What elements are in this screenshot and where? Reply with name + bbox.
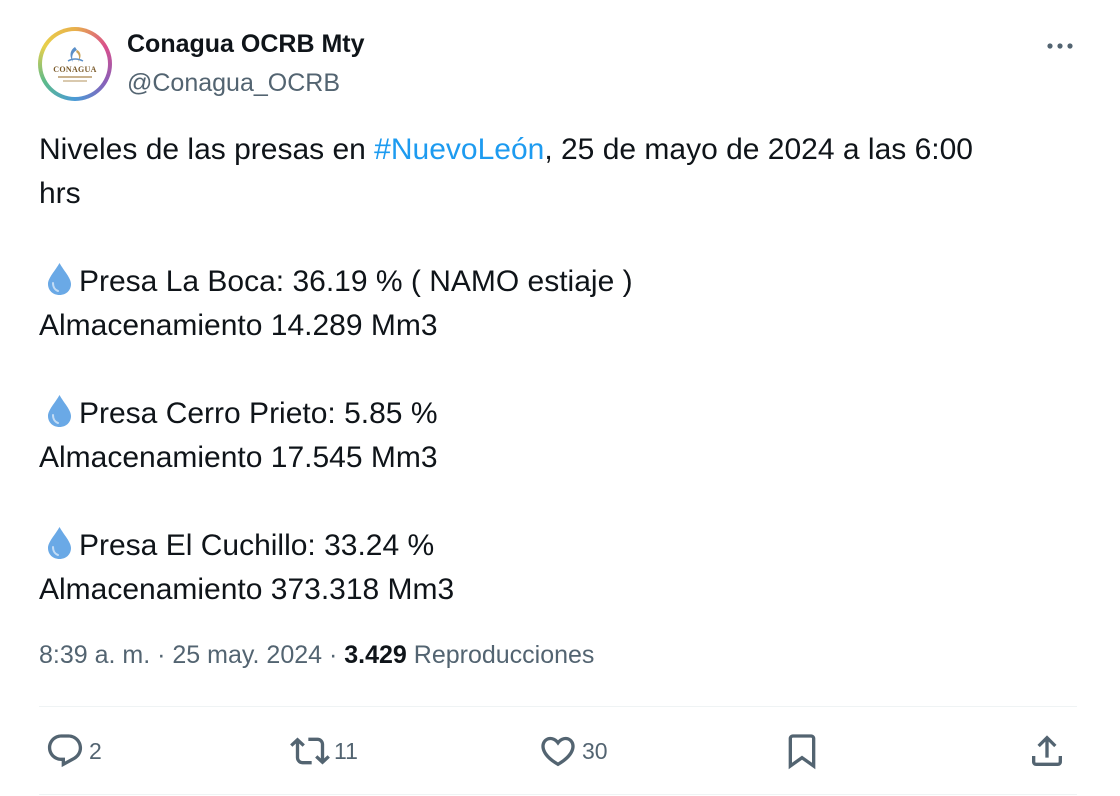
- repost-count: 11: [334, 737, 358, 764]
- conagua-logo: CONAGUA: [42, 31, 108, 97]
- bottom-border: [39, 794, 1077, 795]
- reply-icon: [47, 734, 83, 768]
- post-intro-after: , 25 de mayo de 2024 a las 6:00: [544, 133, 973, 166]
- like-button[interactable]: 30: [538, 730, 608, 772]
- droplet-icon: [48, 527, 71, 559]
- more-horizontal-icon[interactable]: [1040, 30, 1080, 62]
- bookmark-button[interactable]: [782, 730, 822, 772]
- post-meta: 8:39 a. m. · 25 may. 2024 · 3.429 Reprod…: [39, 641, 594, 670]
- share-icon: [1032, 735, 1062, 766]
- meta-separator: ·: [150, 641, 173, 669]
- dam-level-text: Presa La Boca: 36.19 % ( NAMO estiaje ): [79, 265, 633, 298]
- dam-storage-text: Almacenamiento 17.545 Mm3: [39, 441, 438, 474]
- author-display-name[interactable]: Conagua OCRB Mty: [127, 30, 365, 59]
- reply-button[interactable]: 2: [45, 730, 102, 772]
- repost-button[interactable]: 11: [290, 730, 358, 772]
- like-count: 30: [582, 737, 608, 764]
- share-button[interactable]: [1027, 730, 1067, 772]
- dam-level-line: Presa El Cuchillo: 33.24 %: [39, 524, 1049, 568]
- post-intro-line: Niveles de las presas en #NuevoLeón, 25 …: [39, 128, 1049, 172]
- divider: [39, 706, 1077, 707]
- tweet: CONAGUA Conagua OCRB Mty @Conagua_OCRB N…: [0, 0, 1120, 796]
- droplet-icon: [48, 263, 71, 295]
- avatar[interactable]: CONAGUA: [38, 27, 112, 101]
- conagua-logo-icon: [67, 47, 84, 62]
- views-count: 3.429: [344, 641, 407, 669]
- post-date[interactable]: 25 may. 2024: [172, 641, 322, 669]
- bookmark-icon: [788, 734, 816, 770]
- logo-line: [63, 80, 87, 82]
- dam-level-text: Presa Cerro Prieto: 5.85 %: [79, 397, 438, 430]
- dam-level-text: Presa El Cuchillo: 33.24 %: [79, 529, 435, 562]
- reply-count: 2: [89, 737, 102, 764]
- post-text: Niveles de las presas en #NuevoLeón, 25 …: [39, 128, 1049, 612]
- dam-level-line: Presa Cerro Prieto: 5.85 %: [39, 392, 1049, 436]
- heart-icon: [541, 736, 575, 767]
- dam-storage-text: Almacenamiento 373.318 Mm3: [39, 573, 455, 606]
- post-intro-before: Niveles de las presas en: [39, 133, 375, 166]
- author-handle[interactable]: @Conagua_OCRB: [127, 69, 340, 98]
- logo-text: CONAGUA: [53, 65, 97, 74]
- dam-storage-text: Almacenamiento 14.289 Mm3: [39, 309, 438, 342]
- views-label: Reproducciones: [406, 641, 595, 669]
- meta-separator: ·: [322, 641, 345, 669]
- droplet-icon: [48, 395, 71, 427]
- post-intro-line2: hrs: [39, 177, 81, 210]
- dam-level-line: Presa La Boca: 36.19 % ( NAMO estiaje ): [39, 260, 1049, 304]
- post-time[interactable]: 8:39 a. m.: [39, 641, 150, 669]
- hashtag-link[interactable]: #NuevoLeón: [374, 133, 544, 166]
- logo-line: [58, 76, 92, 78]
- repost-icon: [290, 737, 330, 765]
